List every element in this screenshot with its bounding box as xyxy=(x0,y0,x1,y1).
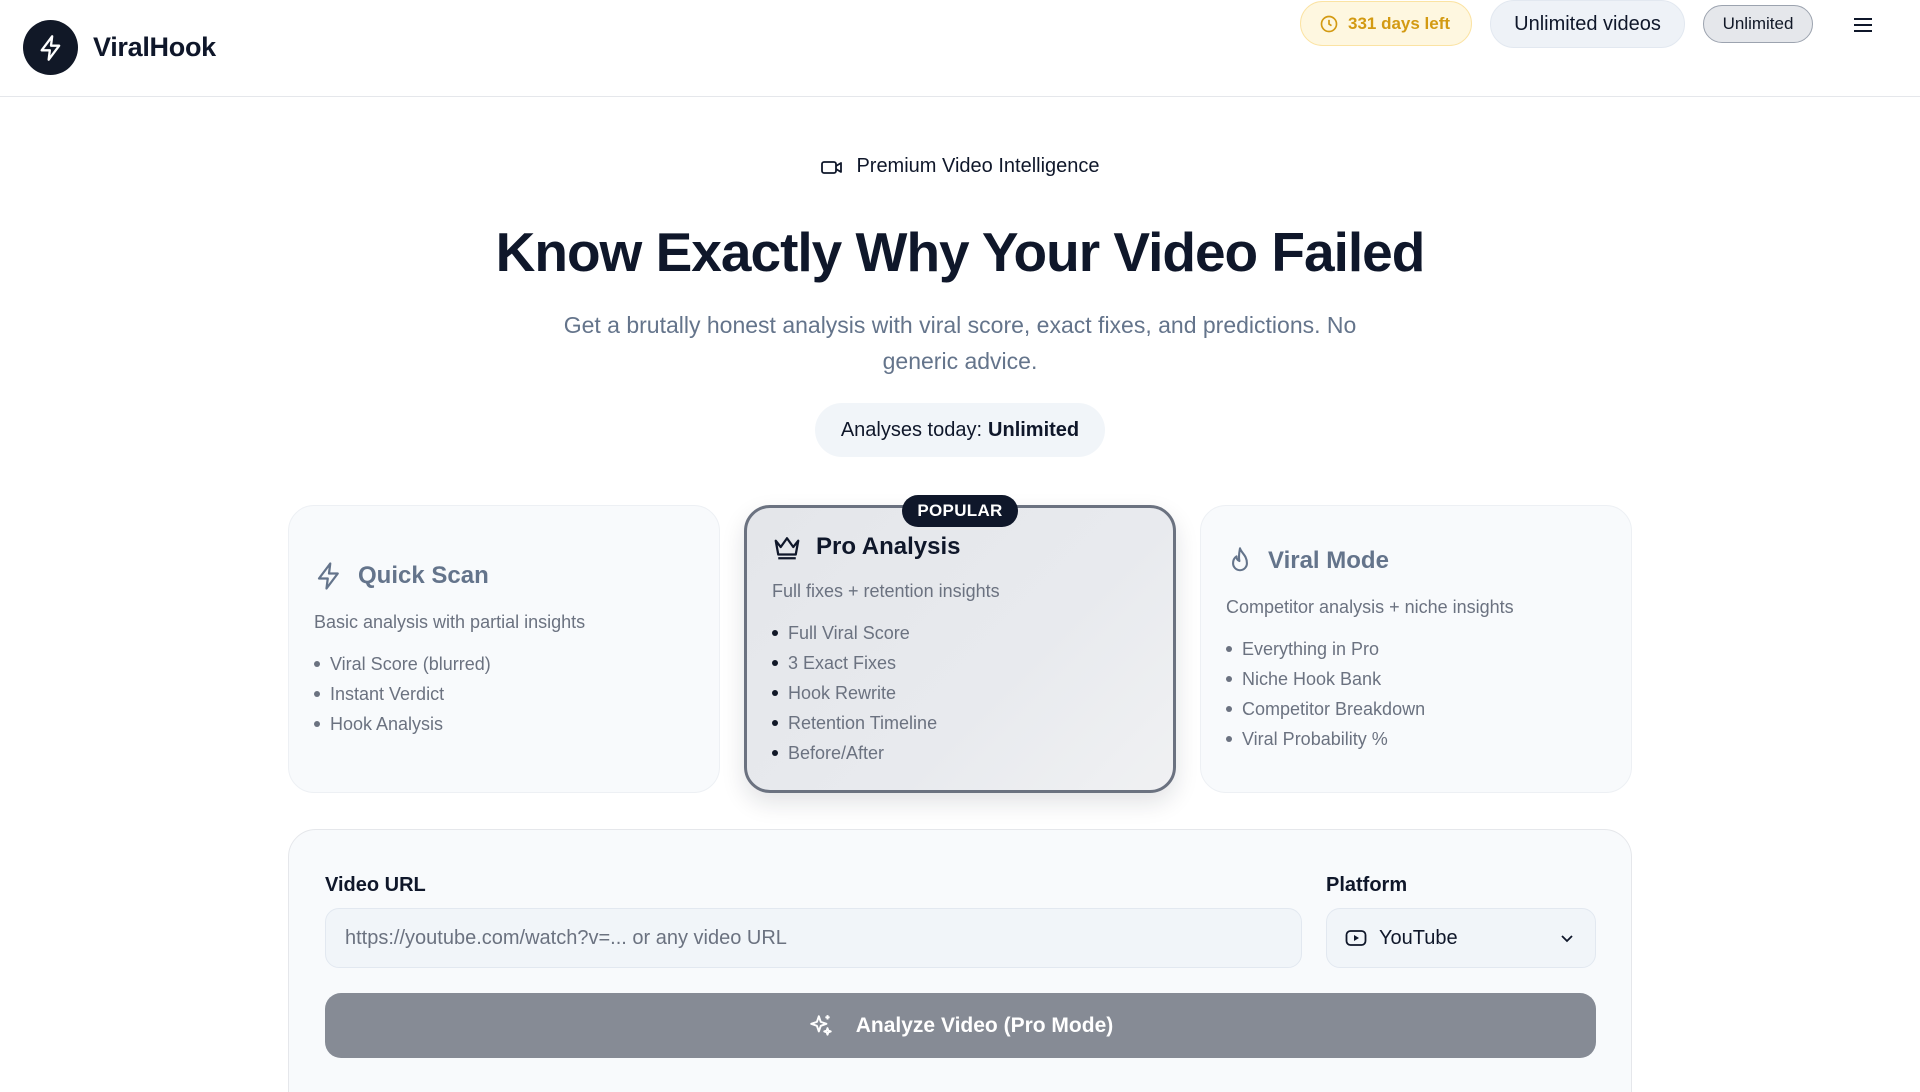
plan-feature: Hook Analysis xyxy=(314,709,491,739)
plan-feature: Everything in Pro xyxy=(1226,634,1425,664)
lightning-icon xyxy=(317,562,339,590)
clock-icon xyxy=(1320,15,1338,32)
analyze-video-button[interactable]: Analyze Video (Pro Mode) xyxy=(325,993,1596,1058)
analyze-form: Video URL Platform YouTube Analyze Video… xyxy=(288,829,1632,1092)
plan-description: Competitor analysis + niche insights xyxy=(1226,597,1514,617)
app-name: ViralHook xyxy=(93,32,216,62)
sparkles-icon xyxy=(810,1014,832,1036)
counter-value: Unlimited xyxy=(988,418,1080,441)
videos-quota-button[interactable]: Unlimited videos xyxy=(1490,0,1685,48)
plan-feature: Full Viral Score xyxy=(772,618,937,648)
popular-badge: POPULAR xyxy=(902,495,1018,527)
plan-badge[interactable]: Unlimited xyxy=(1703,5,1813,43)
counter-label: Analyses today: xyxy=(840,418,983,441)
plan-feature: Competitor Breakdown xyxy=(1226,694,1425,724)
video-url-label: Video URL xyxy=(325,874,426,896)
plan-card-quick-scan[interactable]: Quick Scan Basic analysis with partial i… xyxy=(288,505,720,793)
hamburger-menu-icon xyxy=(1854,18,1872,32)
plan-card-viral-mode[interactable]: Viral Mode Competitor analysis + niche i… xyxy=(1200,505,1632,793)
plan-feature-list: Full Viral Score 3 Exact Fixes Hook Rewr… xyxy=(772,618,937,768)
plan-feature: Niche Hook Bank xyxy=(1226,664,1425,694)
plan-card-header: Quick Scan xyxy=(314,561,489,591)
crown-icon xyxy=(774,537,800,560)
analyze-button-label: Analyze Video (Pro Mode) xyxy=(855,1013,1114,1037)
hero-eyebrow-text: Premium Video Intelligence xyxy=(856,155,1100,177)
menu-button[interactable] xyxy=(1846,8,1880,42)
days-left-text: 331 days left xyxy=(1348,13,1451,33)
plan-card-header: Pro Analysis xyxy=(772,533,961,561)
page-title: Know Exactly Why Your Video Failed xyxy=(495,221,1426,283)
hero-eyebrow: Premium Video Intelligence xyxy=(0,155,1920,178)
chevron-down-icon xyxy=(1561,935,1573,943)
platform-selected-value: YouTube xyxy=(1379,926,1458,949)
plan-card-header: Viral Mode xyxy=(1226,546,1389,576)
plan-feature: 3 Exact Fixes xyxy=(772,648,937,678)
plan-description: Basic analysis with partial insights xyxy=(314,612,586,632)
plan-feature-list: Viral Score (blurred) Instant Verdict Ho… xyxy=(314,649,491,739)
days-left-badge: 331 days left xyxy=(1300,1,1472,46)
plan-title: Quick Scan xyxy=(358,562,489,589)
plan-feature: Viral Probability % xyxy=(1226,724,1425,754)
youtube-icon xyxy=(1345,930,1367,946)
app-header: ViralHook 331 days left Unlimited videos… xyxy=(0,0,1920,97)
platform-select[interactable]: YouTube xyxy=(1326,908,1596,968)
plan-feature: Hook Rewrite xyxy=(772,678,937,708)
plan-feature: Retention Timeline xyxy=(772,708,937,738)
page-subtitle: Get a brutally honest analysis with vira… xyxy=(563,312,1357,374)
plan-description: Full fixes + retention insights xyxy=(772,581,1000,601)
platform-label: Platform xyxy=(1326,874,1408,896)
plan-feature: Instant Verdict xyxy=(314,679,491,709)
plan-title: Pro Analysis xyxy=(816,533,961,560)
plan-card-pro-analysis[interactable]: Pro Analysis Full fixes + retention insi… xyxy=(744,505,1176,793)
analyses-counter: Analyses today: Unlimited xyxy=(815,403,1105,457)
flame-icon xyxy=(1232,547,1248,572)
plan-title: Viral Mode xyxy=(1268,547,1389,574)
video-url-input[interactable] xyxy=(325,908,1302,968)
plan-feature-list: Everything in Pro Niche Hook Bank Compet… xyxy=(1226,634,1425,754)
video-camera-icon xyxy=(821,160,843,174)
plan-feature: Viral Score (blurred) xyxy=(314,649,491,679)
plan-feature: Before/After xyxy=(772,738,937,768)
brand-logo[interactable]: ViralHook xyxy=(23,20,216,75)
lightning-icon xyxy=(23,20,78,75)
